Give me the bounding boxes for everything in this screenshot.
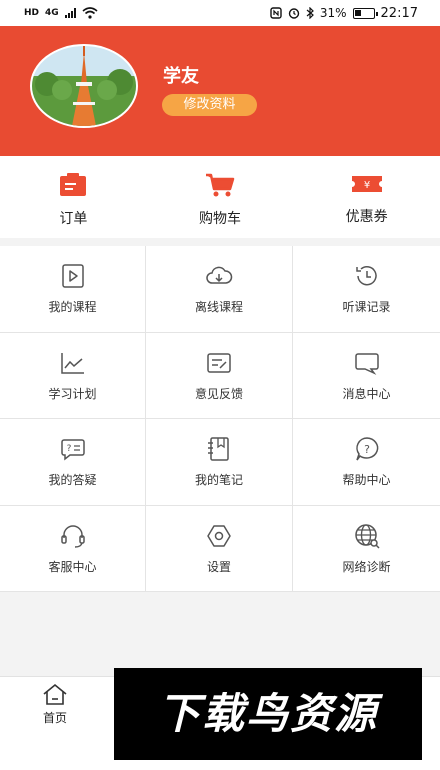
bluetooth-icon: [306, 7, 314, 19]
grid-label: 我的笔记: [194, 473, 243, 488]
grid-label: 离线课程: [194, 300, 243, 315]
username: 学友: [163, 66, 199, 87]
grid-label: 听课记录: [342, 300, 391, 315]
watermark-banner: 下载鸟资源: [114, 668, 422, 760]
cloud-download-icon: [206, 266, 233, 284]
headset-icon: [60, 525, 85, 548]
clock: 22:17: [380, 5, 418, 21]
cart-icon: [206, 173, 235, 197]
home-icon: [43, 683, 67, 705]
qa-icon: ?: [60, 439, 85, 461]
edit-profile-button[interactable]: 修改资料: [162, 94, 257, 116]
battery-icon: [352, 7, 378, 19]
grid-label: 学习计划: [48, 386, 97, 401]
grid-item-settings[interactable]: 设置: [146, 505, 293, 592]
history-icon: [355, 266, 377, 286]
order-icon: [60, 173, 87, 196]
help-icon: ?: [355, 437, 378, 461]
grid-item-network-diagnosis[interactable]: 网络诊断: [293, 506, 440, 592]
network-type: 4G: [45, 8, 59, 18]
wifi-icon: [82, 7, 98, 19]
grid-label: 客服中心: [48, 559, 97, 574]
grid-item-offline-courses[interactable]: 离线课程: [146, 246, 293, 333]
svg-text:¥: ¥: [363, 180, 369, 191]
grid-label: 消息中心: [342, 386, 391, 401]
coupon-icon: ¥: [351, 176, 382, 192]
nav-home-label: 首页: [42, 711, 67, 725]
grid-item-message-center[interactable]: 消息中心: [293, 333, 440, 419]
quick-actions: 订单 购物车 ¥ 优惠券: [0, 156, 440, 238]
signal-icon: [64, 8, 76, 18]
alarm-icon: [288, 8, 300, 19]
cart-label: 购物车: [199, 211, 241, 227]
course-play-icon: [61, 264, 84, 288]
grid-label: 设置: [206, 559, 231, 574]
grid-item-my-qa[interactable]: ? 我的答疑: [0, 419, 146, 506]
svg-text:?: ?: [66, 444, 71, 454]
order-label: 订单: [59, 211, 88, 227]
chart-line-icon: [60, 352, 84, 374]
avatar[interactable]: [30, 44, 138, 128]
nav-home[interactable]: 首页: [30, 683, 80, 726]
grid-item-my-courses[interactable]: 我的课程: [0, 246, 146, 333]
status-right: 31% 22:17: [270, 6, 418, 21]
grid-item-listening-history[interactable]: 听课记录: [293, 246, 440, 333]
grid-item-study-plan[interactable]: 学习计划: [0, 332, 146, 419]
grid-label: 我的答疑: [48, 473, 97, 488]
grid-label: 我的课程: [48, 300, 97, 315]
battery-percent: 31%: [319, 6, 347, 20]
grid-item-my-notes[interactable]: 我的笔记: [146, 419, 293, 506]
status-bar: HD 4G 31% 22:17: [0, 0, 440, 26]
grid-label: 意见反馈: [194, 386, 243, 401]
nfc-icon: [270, 7, 282, 19]
hd-indicator: HD: [24, 8, 40, 18]
coupon-label: 优惠券: [345, 209, 388, 225]
grid-item-feedback[interactable]: 意见反馈: [146, 332, 293, 419]
svg-text:?: ?: [364, 443, 370, 456]
coupon-button[interactable]: ¥ 优惠券: [293, 156, 440, 238]
grid-item-customer-service[interactable]: 客服中心: [0, 505, 146, 592]
feedback-icon: [207, 353, 231, 373]
grid-label: 网络诊断: [342, 559, 391, 574]
settings-icon: [207, 525, 231, 547]
grid-label: 帮助中心: [342, 473, 391, 488]
notebook-icon: [208, 437, 229, 461]
app-screen: HD 4G 31% 22:17 学友 修改资料 订单 购物车 ¥ 优惠券 我的课…: [0, 0, 440, 770]
globe-search-icon: [354, 524, 380, 549]
profile-header: 学友 修改资料: [0, 26, 440, 156]
tower-image: [32, 46, 136, 126]
feature-grid: 我的课程 离线课程 听课记录 学习计划 意见反馈 消息中心 ? 我的答疑 我的笔…: [0, 246, 440, 592]
status-left: HD 4G: [24, 7, 98, 19]
message-icon: [354, 353, 379, 375]
grid-item-help-center[interactable]: ? 帮助中心: [293, 419, 440, 506]
order-button[interactable]: 订单: [0, 156, 147, 238]
cart-button[interactable]: 购物车: [147, 156, 294, 238]
